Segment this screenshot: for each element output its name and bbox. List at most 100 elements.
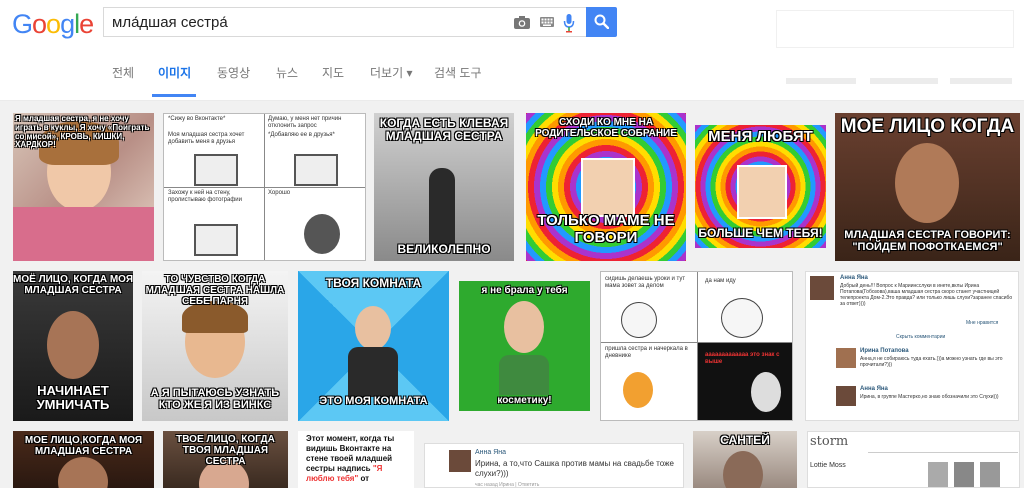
image-result[interactable]: Анна Яна Добрый день!!! Вопрос к Мариинс… [805,271,1019,421]
comic-text: сидишь делаешь уроки и тут мама зовет за… [605,276,686,290]
filter-chip[interactable] [950,78,1012,84]
man-face [723,451,763,488]
tab-images[interactable]: 이미지 [158,64,191,81]
keyboard-icon[interactable] [540,17,554,27]
image-result[interactable]: Мое лицо,когда моя младшая сестра [13,431,154,488]
divider [868,452,1018,453]
tab-news[interactable]: 뉴스 [276,64,298,81]
computer-drawing [194,224,238,256]
search-button[interactable] [586,7,617,37]
meme-top-caption: МОЁ ЛИЦО, КОГДА МОЯ МЛАДШАЯ СЕСТРА [13,274,133,296]
logo-letter: o [46,9,61,39]
filter-chip[interactable] [786,78,856,84]
image-result[interactable]: сидишь делаешь уроки и тут мама зовет за… [600,271,793,421]
comic-text: Моя младшая сестра хочет добавить меня в… [168,132,245,146]
troll-face [621,302,657,338]
image-result[interactable]: МЕНЯ ЛЮБЯТ БОЛЬШЕ ЧЕМ ТЕБЯ! [695,125,826,248]
child-photo [737,165,787,219]
meme-top-caption: КОГДА ЕСТЬ КЛЕВАЯ МЛАДШАЯ СЕСТРА [379,116,509,144]
thumbnail [928,462,948,487]
image-result[interactable]: *Сижу во Вконтакте* Моя младшая сестра х… [163,113,366,261]
logo-letter: g [60,9,75,39]
comic-text: да нам иду [705,278,736,284]
image-result[interactable]: Этот момент, когда ты видишь Вконтакте н… [298,431,414,488]
comic-text: *Добавляю ее в друзья* [268,132,335,138]
tab-all[interactable]: 전체 [112,64,134,81]
comic-text: пришла сестра и начеркала в дневнике [605,346,688,360]
meme-top-caption: ТВОЕ ЛИЦО, КОГДА ТВОЯ МЛАДШАЯ СЕСТРА [176,434,275,467]
meme-bottom-caption: А Я ПЫТАЮСЬ УЗНАТЬ КТО ЖЕ Я ИЗ ВИНКС [150,387,280,412]
logo-letter: G [12,9,33,39]
meme-top-caption: САНТЕЙ [720,433,770,447]
thumbnail [980,462,1000,487]
man-face [895,143,959,223]
tab-bar: 전체 이미지 동영상 뉴스 지도 더보기 ▾ 검색 도구 [0,48,1024,101]
image-result[interactable]: МОЁ ЛИЦО, КОГДА МОЯ МЛАДШАЯ СЕСТРА НАЧИН… [13,271,133,421]
brand-logo: storm [810,434,849,449]
search-input[interactable]: мла́дшая сестра́ [112,14,228,31]
meme-top-caption: ТВОЯ КОМНАТА [325,276,422,290]
pink-shirt [13,207,154,261]
meme-bottom-caption: НАЧИНАЕТ УМНИЧАТЬ [36,383,110,413]
model-name: Lottie Moss [810,462,846,469]
comment-author: Ирина Потапова [860,348,909,354]
image-result[interactable]: я не брала у тебя косметику! [459,281,590,411]
tab-maps[interactable]: 지도 [322,64,344,81]
camera-icon[interactable] [514,15,530,29]
tab-videos[interactable]: 동영상 [217,64,250,81]
meme-bottom-caption: косметику! [497,395,552,406]
filter-chip[interactable] [870,78,938,84]
avatar [810,276,834,300]
tab-search-tools[interactable]: 검색 도구 [434,64,482,81]
comic-text: Хорошо [268,190,291,196]
comment-text: Анна,я не собираюсь туда ехать.)))а можн… [860,356,1003,368]
comic-text: Захожу к ней на стену, пролистываю фотог… [168,190,242,204]
account-area [776,10,1014,48]
meme-top-caption: ТО ЧУВСТВО КОГДА МЛАДШАЯ СЕСТРА НАШЛА СЕ… [145,274,285,307]
meme-caption: Я младшая сестра, я не хочу играть в кук… [15,114,150,150]
logo-letter: e [79,9,94,39]
tab-more[interactable]: 더보기 ▾ [370,64,412,81]
meme-top-caption: Мое лицо,когда моя младшая сестра [24,435,143,457]
image-result[interactable]: КОГДА ЕСТЬ КЛЕВАЯ МЛАДШАЯ СЕСТРА ВЕЛИКОЛ… [374,113,514,261]
like-link: Мне нравится [966,320,999,326]
meme-bottom-caption: БОЛЬШЕ ЧЕМ ТЕБЯ! [698,226,823,240]
image-result[interactable]: ТО ЧУВСТВО КОГДА МЛАДШАЯ СЕСТРА НАШЛА СЕ… [142,271,288,421]
computer-drawing [294,154,338,186]
search-box[interactable]: мла́дшая сестра́ [103,7,586,37]
image-result[interactable]: storm Lottie Moss [807,431,1020,488]
header: Google мла́дшая сестра́ [0,0,1024,48]
comment-text: Ирина, в группе Мастерко,но знаю обознач… [860,394,999,400]
thumbnail [954,462,974,487]
post-text: Ирина, а то,что Сашка против мамы на сва… [475,459,674,478]
image-result[interactable]: Я младшая сестра, я не хочу играть в кук… [13,113,154,261]
image-result[interactable]: ТВОЕ ЛИЦО, КОГДА ТВОЯ МЛАДШАЯ СЕСТРА [163,431,288,488]
image-result[interactable]: Анна Яна Ирина, а то,что Сашка против ма… [424,443,684,488]
hide-comments-link: Скрыть комментарии [896,334,946,340]
meme-bottom-caption: ВЕЛИКОЛЕПНО [397,242,491,256]
image-result[interactable]: ТВОЯ КОМНАТА ЭТО МОЯ КОМНАТА [298,271,449,421]
google-logo[interactable]: Google [12,9,94,40]
person-silhouette [429,168,455,248]
man-face [47,311,99,379]
avatar [836,348,856,368]
child-photo [581,158,635,217]
troll-face [721,298,763,338]
image-result[interactable]: МОЕ ЛИЦО КОГДА МЛАДШАЯ СЕСТРА ГОВОРИТ: "… [835,113,1020,261]
girl-face [355,306,391,350]
post-author: Анна Яна [475,449,507,456]
comic-text: *Сижу во Вконтакте* [168,116,226,122]
computer-drawing [194,154,238,186]
meme-bottom-caption: ТОЛЬКО МАМЕ НЕ ГОВОРИ [537,212,675,246]
meme-bottom-caption: ЭТО МОЯ КОМНАТА [319,395,428,407]
meme-text: Этот момент, когда ты видишь Вконтакте н… [306,434,395,483]
meme-top-caption: МОЕ ЛИЦО КОГДА [840,116,1015,137]
post-author: Анна Яна [840,275,868,281]
logo-letter: o [32,9,47,39]
image-result[interactable]: САНТЕЙ [693,431,797,488]
meme-top-caption: СХОДИ КО МНЕ НА РОДИТЕЛЬСКОЕ СОБРАНИЕ [535,117,677,139]
microphone-icon[interactable] [563,13,575,33]
comment-author: Анна Яна [860,386,888,392]
image-result[interactable]: СХОДИ КО МНЕ НА РОДИТЕЛЬСКОЕ СОБРАНИЕ ТО… [526,113,686,261]
comic-text: Думаю, у меня нет причин отклонить запро… [268,116,342,130]
